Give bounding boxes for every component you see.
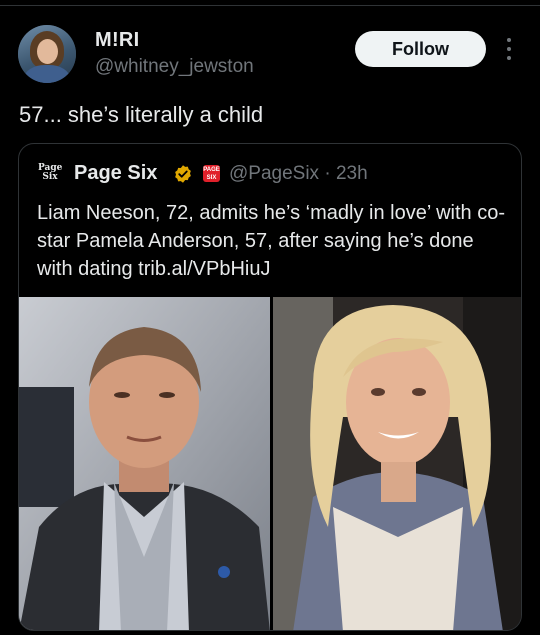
quoted-photo-right[interactable] [273,297,521,630]
affiliate-badge-icon: PAGE SIX [203,165,220,182]
quoted-photo-left[interactable] [19,297,270,630]
page-six-logo[interactable]: Page Six [38,164,62,186]
verified-badge-icon [175,165,191,183]
quoted-author-name[interactable]: Page Six [74,162,157,185]
author-avatar[interactable] [18,25,76,83]
quoted-tweet-card[interactable]: Page Six Page Six PAGE SIX @PageSix · 23h … [18,143,522,631]
tweet[interactable]: M!RI @whitney_jewston Follow 57... she’s… [0,0,540,635]
author-display-name[interactable]: M!RI [95,29,140,52]
quoted-handle-time[interactable]: @PageSix · 23h [229,163,368,185]
tweet-text: 57... she’s literally a child [19,102,264,127]
quoted-tweet-text: Liam Neeson, 72, admits he’s ‘madly in l… [37,202,505,280]
author-handle[interactable]: @whitney_jewston [95,56,254,78]
follow-button[interactable]: Follow [355,31,486,67]
more-options-icon[interactable] [505,36,513,62]
